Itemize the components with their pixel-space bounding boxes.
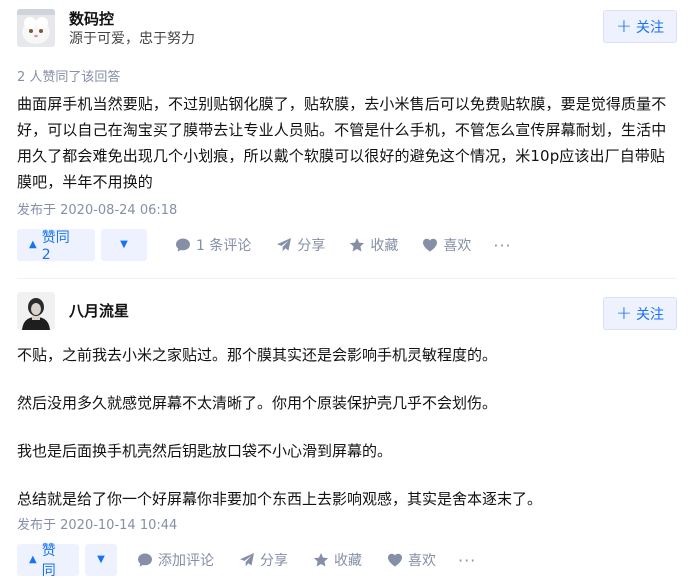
publish-time[interactable]: 发布于 2020-08-24 06:18 bbox=[17, 199, 177, 218]
divider bbox=[17, 278, 677, 279]
plus-icon: + bbox=[616, 302, 632, 324]
content-paragraph: 然后没用多久就感觉屏幕不太清晰了。你用个原装保护壳几乎不会划伤。 bbox=[17, 394, 498, 412]
answer-content: 曲面屏手机当然要贴，不过别贴钢化膜了，贴软膜，去小米售后可以免费贴软膜，要是觉得… bbox=[17, 95, 667, 191]
comment-button[interactable]: 1 条评论 bbox=[175, 235, 251, 255]
like-button[interactable]: 喜欢 bbox=[387, 550, 436, 570]
comment-bubble-icon bbox=[137, 552, 153, 568]
triangle-down-icon: ▼ bbox=[97, 554, 105, 565]
star-icon bbox=[349, 237, 365, 253]
vote-up-label: 赞同 bbox=[41, 543, 56, 579]
share-button[interactable]: 分享 bbox=[239, 550, 288, 570]
ellipsis-icon: ··· bbox=[493, 235, 512, 255]
collect-button[interactable]: 收藏 bbox=[349, 235, 398, 255]
avatar[interactable] bbox=[17, 9, 55, 47]
comment-button[interactable]: 添加评论 bbox=[137, 550, 214, 570]
vote-down-button[interactable]: ▼ bbox=[85, 544, 117, 576]
more-button[interactable]: ··· bbox=[493, 236, 511, 255]
voters-count[interactable]: 2 人赞同了该回答 bbox=[17, 66, 120, 85]
publish-time[interactable]: 发布于 2020-10-14 10:44 bbox=[17, 514, 177, 533]
heart-icon bbox=[422, 237, 438, 253]
avatar[interactable] bbox=[17, 292, 55, 330]
ellipsis-icon: ··· bbox=[458, 550, 477, 570]
author-info: 八月流星 + 关注 bbox=[17, 292, 677, 332]
heart-icon bbox=[387, 552, 403, 568]
like-label: 喜欢 bbox=[408, 553, 436, 569]
follow-label: 关注 bbox=[635, 306, 664, 323]
action-bar: ▲ 赞同 ▼ 添加评论 分享 收藏 喜欢 ··· bbox=[17, 543, 476, 579]
share-button[interactable]: 分享 bbox=[276, 235, 325, 255]
follow-label: 关注 bbox=[635, 19, 664, 36]
action-bar: ▲ 赞同 2 ▼ 1 条评论 分享 收藏 喜欢 ··· bbox=[17, 229, 512, 263]
star-icon bbox=[313, 552, 329, 568]
paper-plane-icon bbox=[239, 552, 255, 568]
comment-label: 1 条评论 bbox=[196, 238, 252, 254]
collect-label: 收藏 bbox=[370, 238, 399, 254]
comment-bubble-icon bbox=[175, 237, 191, 253]
content-paragraph: 总结就是给了你一个好屏幕你非要加个东西上去影响观感，其实是舍本逐末了。 bbox=[17, 490, 543, 508]
triangle-up-icon: ▲ bbox=[29, 239, 37, 250]
comment-label: 添加评论 bbox=[158, 553, 214, 569]
triangle-up-icon: ▲ bbox=[29, 554, 37, 565]
author-name[interactable]: 数码控 bbox=[69, 10, 114, 28]
content-paragraph: 我也是后面换手机壳然后钥匙放口袋不小心滑到屏幕的。 bbox=[17, 442, 393, 460]
content-paragraph: 不贴，之前我去小米之家贴过。那个膜其实还是会影响手机灵敏程度的。 bbox=[17, 346, 498, 364]
vote-up-button[interactable]: ▲ 赞同 bbox=[17, 543, 79, 579]
answer-card: 八月流星 + 关注 不贴，之前我去小米之家贴过。那个膜其实还是会影响手机灵敏程度… bbox=[0, 283, 690, 580]
vote-up-button[interactable]: ▲ 赞同 2 bbox=[17, 229, 95, 263]
like-label: 喜欢 bbox=[443, 238, 472, 254]
follow-button[interactable]: + 关注 bbox=[603, 10, 677, 43]
author-info: 数码控 源于可爱，忠于努力 + 关注 bbox=[17, 9, 677, 49]
answer-content: 不贴，之前我去小米之家贴过。那个膜其实还是会影响手机灵敏程度的。 然后没用多久就… bbox=[17, 342, 679, 534]
more-button[interactable]: ··· bbox=[458, 551, 476, 570]
collect-label: 收藏 bbox=[334, 553, 362, 569]
answer-card: 数码控 源于可爱，忠于努力 + 关注 2 人赞同了该回答 曲面屏手机当然要贴，不… bbox=[0, 0, 690, 279]
share-label: 分享 bbox=[260, 553, 288, 569]
collect-button[interactable]: 收藏 bbox=[313, 550, 362, 570]
share-label: 分享 bbox=[297, 238, 326, 254]
vote-down-button[interactable]: ▼ bbox=[101, 229, 147, 261]
like-button[interactable]: 喜欢 bbox=[422, 235, 471, 255]
triangle-down-icon: ▼ bbox=[120, 239, 128, 250]
vote-up-label: 赞同 2 bbox=[41, 230, 70, 263]
plus-icon: + bbox=[616, 15, 632, 37]
author-name[interactable]: 八月流星 bbox=[69, 302, 129, 320]
paper-plane-icon bbox=[276, 237, 292, 253]
author-bio: 源于可爱，忠于努力 bbox=[69, 31, 195, 47]
follow-button[interactable]: + 关注 bbox=[603, 297, 677, 330]
